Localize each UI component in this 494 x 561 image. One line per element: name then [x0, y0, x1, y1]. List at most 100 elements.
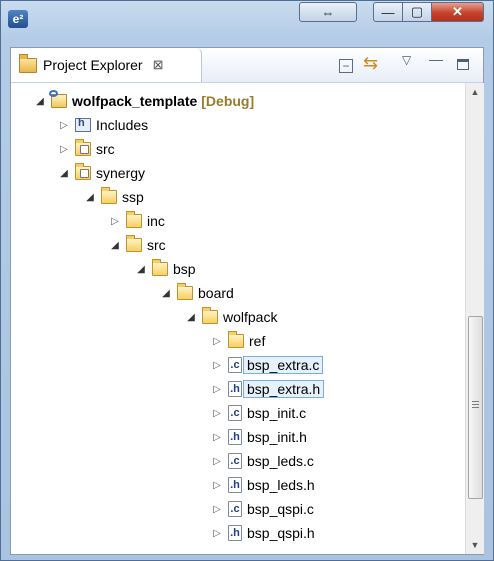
tab-title: Project Explorer: [43, 57, 143, 73]
c-file-icon: .c: [228, 501, 242, 517]
title-bar[interactable]: e² ⇔ — ▢ ✕: [1, 1, 493, 41]
resize-button[interactable]: ⇔: [299, 2, 357, 22]
folder-icon: [202, 307, 218, 324]
folder-icon: [126, 211, 142, 228]
tree-item-label: bsp_qspi.c: [247, 501, 314, 517]
tree-item-ref[interactable]: ▷ ref: [210, 329, 265, 353]
scroll-up-arrow-icon[interactable]: ▲: [466, 87, 484, 97]
folder-icon: [152, 259, 168, 276]
triangle-down-icon[interactable]: ◢: [159, 288, 173, 299]
triangle-right-icon[interactable]: ▷: [210, 528, 224, 539]
h-file-icon: .h: [228, 429, 242, 445]
triangle-down-icon[interactable]: ◢: [33, 96, 47, 107]
source-folder-icon: [75, 163, 91, 180]
folder-icon: [177, 283, 193, 300]
resize-icon: ⇔: [321, 4, 335, 20]
tree-item-label: bsp_init.h: [247, 429, 307, 445]
folder-icon: [126, 235, 142, 252]
tree-item-label: bsp: [173, 261, 196, 277]
triangle-right-icon[interactable]: ▷: [210, 384, 224, 395]
triangle-down-icon[interactable]: ◢: [108, 240, 122, 251]
tree-item-label: bsp_leds.c: [247, 453, 314, 469]
includes-icon: [75, 117, 91, 132]
close-icon: ✕: [452, 4, 463, 19]
triangle-down-icon[interactable]: ◢: [83, 192, 97, 203]
app-icon[interactable]: e²: [8, 10, 28, 28]
tree-item-label: src: [96, 141, 115, 157]
build-config-label: [Debug]: [201, 93, 255, 109]
triangle-right-icon[interactable]: ▷: [108, 216, 122, 227]
tree-item-label: bsp_leds.h: [247, 477, 315, 493]
tree-item-bsp[interactable]: ◢ bsp: [134, 257, 196, 281]
view-tab-bar: Project Explorer ⊠ − ⇆ ▽ —: [11, 48, 483, 83]
minimize-view-icon[interactable]: —: [429, 51, 443, 67]
h-file-icon: .h: [228, 381, 242, 397]
tree-item-file[interactable]: ▷ .h bsp_qspi.h: [210, 521, 315, 545]
tree-item-ssp-src[interactable]: ◢ src: [108, 233, 166, 257]
tree-item-inc[interactable]: ▷ inc: [108, 209, 165, 233]
vertical-scrollbar[interactable]: ▲ ▼: [465, 83, 484, 554]
tab-project-explorer[interactable]: Project Explorer ⊠: [11, 48, 202, 82]
tree-item-label: Includes: [96, 117, 149, 133]
tree-item-label: ssp: [122, 189, 144, 205]
tree-item-wolfpack[interactable]: ◢ wolfpack: [184, 305, 277, 329]
tree-item-src[interactable]: ▷ src: [57, 137, 115, 161]
link-with-editor-icon[interactable]: ⇆: [363, 53, 378, 74]
tree-item-project[interactable]: ◢ wolfpack_template [Debug]: [33, 89, 254, 113]
triangle-right-icon[interactable]: ▷: [210, 408, 224, 419]
triangle-down-icon[interactable]: ◢: [134, 264, 148, 275]
minimize-icon: —: [381, 4, 395, 20]
triangle-right-icon[interactable]: ▷: [57, 120, 71, 131]
tree-item-file[interactable]: ▷ .h bsp_extra.h: [210, 377, 325, 401]
tree-item-ssp[interactable]: ◢ ssp: [83, 185, 144, 209]
source-folder-icon: [75, 139, 91, 156]
scrollbar-thumb[interactable]: [468, 316, 483, 499]
tree-item-includes[interactable]: ▷ Includes: [57, 113, 148, 137]
tree-item-file[interactable]: ▷ .c bsp_leds.c: [210, 449, 314, 473]
maximize-view-icon[interactable]: [457, 59, 469, 70]
tree-item-label: src: [147, 237, 166, 253]
close-tab-icon[interactable]: ⊠: [153, 57, 164, 73]
collapse-all-icon[interactable]: −: [339, 59, 353, 73]
folder-icon: [228, 331, 244, 348]
h-file-icon: .h: [228, 477, 242, 493]
c-file-icon: .c: [228, 453, 242, 469]
tree-item-label: bsp_extra.h: [243, 380, 325, 398]
triangle-down-icon[interactable]: ◢: [184, 312, 198, 323]
close-window-button[interactable]: ✕: [431, 2, 484, 22]
folder-icon: [101, 187, 117, 204]
tree-item-synergy[interactable]: ◢ synergy: [57, 161, 145, 185]
window: e² ⇔ — ▢ ✕ Project Explorer ⊠ − ⇆ ▽ — ◢ …: [0, 0, 494, 561]
tree-item-label: bsp_init.c: [247, 405, 307, 421]
project-explorer-icon: [19, 53, 37, 73]
triangle-right-icon[interactable]: ▷: [210, 360, 224, 371]
triangle-right-icon[interactable]: ▷: [210, 504, 224, 515]
c-file-icon: .c: [228, 357, 242, 373]
tree-item-file[interactable]: ▷ .h bsp_init.h: [210, 425, 307, 449]
tree-item-file[interactable]: ▷ .c bsp_extra.c: [210, 353, 324, 377]
tree-item-file[interactable]: ▷ .c bsp_init.c: [210, 401, 306, 425]
tree-item-label: synergy: [96, 165, 146, 181]
tree-item-label: board: [198, 285, 234, 301]
triangle-right-icon[interactable]: ▷: [210, 456, 224, 467]
tree-item-board[interactable]: ◢ board: [159, 281, 234, 305]
tree-item-label: bsp_extra.c: [243, 356, 324, 374]
tree-item-label: ref: [249, 333, 266, 349]
triangle-right-icon[interactable]: ▷: [210, 480, 224, 491]
tree-item-label: wolfpack: [223, 309, 278, 325]
tree-item-label: inc: [147, 213, 165, 229]
grip-icon: [472, 401, 479, 408]
triangle-right-icon[interactable]: ▷: [210, 336, 224, 347]
project-icon: [49, 90, 67, 108]
minimize-window-button[interactable]: —: [373, 2, 403, 22]
tree-item-file[interactable]: ▷ .h bsp_leds.h: [210, 473, 315, 497]
tree-item-label: bsp_qspi.h: [247, 525, 315, 541]
triangle-down-icon[interactable]: ◢: [57, 168, 71, 179]
view-menu-icon[interactable]: ▽: [402, 53, 411, 67]
triangle-right-icon[interactable]: ▷: [210, 432, 224, 443]
scroll-down-arrow-icon[interactable]: ▼: [466, 540, 484, 550]
tree-item-file[interactable]: ▷ .c bsp_qspi.c: [210, 497, 314, 521]
triangle-right-icon[interactable]: ▷: [57, 144, 71, 155]
maximize-window-button[interactable]: ▢: [402, 2, 432, 22]
c-file-icon: .c: [228, 405, 242, 421]
